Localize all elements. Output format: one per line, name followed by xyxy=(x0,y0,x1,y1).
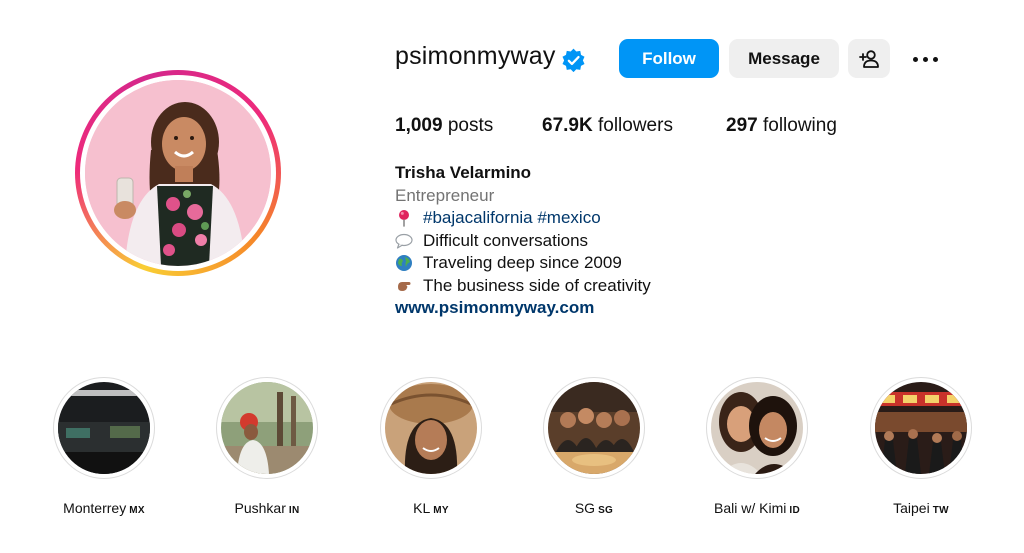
highlight-image xyxy=(711,382,803,474)
highlight-name: Bali w/ Kimi xyxy=(714,500,787,516)
avatar-photo xyxy=(85,80,271,266)
highlight-name: SG xyxy=(574,500,596,516)
highlight-cover xyxy=(58,382,150,474)
highlight-taipei[interactable]: Taipei TW xyxy=(866,377,976,516)
followers-stat[interactable]: 67.9K followers xyxy=(542,115,673,137)
following-count: 297 xyxy=(726,115,758,136)
bio-line-conversations: Difficult conversations xyxy=(395,230,651,253)
posts-stat: 1,009 posts xyxy=(395,115,493,137)
followers-count: 67.9K xyxy=(542,115,593,136)
profile-website-link[interactable]: www.psimonmyway.com xyxy=(395,297,651,320)
more-dot xyxy=(912,56,918,62)
highlight-label: KL MY xyxy=(376,500,486,516)
bio-line-4: The business side of creativity xyxy=(423,275,651,295)
highlight-label: Taipei TW xyxy=(866,500,976,516)
country-code: MY xyxy=(433,505,449,516)
country-code: ID xyxy=(789,505,800,516)
more-dot xyxy=(922,56,928,62)
highlight-pushkar[interactable]: Pushkar IN xyxy=(212,377,322,516)
highlight-label: Monterrey MX xyxy=(49,500,159,516)
add-user-icon xyxy=(859,49,879,68)
bio-line-location: #bajacalifornia #mexico xyxy=(395,207,651,230)
highlight-name: Monterrey xyxy=(63,500,127,516)
profile-username: psimonmyway xyxy=(395,42,556,70)
highlight-name: KL xyxy=(413,500,431,516)
posts-label: posts xyxy=(447,115,494,136)
highlight-ring xyxy=(870,377,972,479)
country-code: MX xyxy=(129,505,145,516)
highlight-cover xyxy=(221,382,313,474)
country-code: SG xyxy=(598,505,614,516)
more-options-icon[interactable] xyxy=(905,46,945,72)
more-dot xyxy=(932,56,938,62)
highlight-monterrey[interactable]: Monterrey MX xyxy=(49,377,159,516)
speech-bubble-icon xyxy=(395,233,413,249)
highlight-cover xyxy=(875,382,967,474)
country-code: IN xyxy=(288,505,300,516)
avatar-image xyxy=(85,80,271,266)
hand-icon xyxy=(398,281,411,291)
profile-avatar[interactable] xyxy=(75,70,281,276)
profile-category: Entrepreneur xyxy=(395,185,495,205)
highlight-image xyxy=(875,382,967,474)
highlight-image xyxy=(385,382,477,474)
highlight-image xyxy=(221,382,313,474)
profile-bio: Trisha Velarmino Entrepreneur #bajacalif… xyxy=(395,162,651,320)
highlight-kl[interactable]: KL MY xyxy=(376,377,486,516)
bio-line-travel: Traveling deep since 2009 xyxy=(395,252,651,275)
following-label: following xyxy=(762,115,837,136)
highlight-bali[interactable]: Bali w/ Kimi ID xyxy=(702,377,812,516)
bio-line-2: Difficult conversations xyxy=(423,230,589,250)
message-button[interactable]: Message xyxy=(729,39,839,78)
highlight-ring xyxy=(216,377,318,479)
highlight-ring xyxy=(706,377,808,479)
highlight-name: Taipei xyxy=(893,500,930,516)
highlight-image xyxy=(58,382,150,474)
globe-icon xyxy=(396,255,412,272)
suggested-accounts-button[interactable] xyxy=(848,39,890,78)
verified-badge-icon xyxy=(562,48,585,73)
pin-icon xyxy=(399,210,409,228)
highlight-name: Pushkar xyxy=(234,500,286,516)
follow-button[interactable]: Follow xyxy=(619,39,719,78)
highlight-ring xyxy=(380,377,482,479)
highlight-image xyxy=(548,382,640,474)
highlight-cover xyxy=(548,382,640,474)
highlight-cover xyxy=(711,382,803,474)
followers-label: followers xyxy=(597,115,673,136)
highlight-ring xyxy=(53,377,155,479)
highlight-sg[interactable]: SG SG xyxy=(539,377,649,516)
following-stat[interactable]: 297 following xyxy=(726,115,837,137)
bio-line-business: The business side of creativity xyxy=(395,275,651,298)
bio-hashtags[interactable]: #bajacalifornia #mexico xyxy=(423,207,601,230)
highlight-label: Bali w/ Kimi ID xyxy=(702,500,812,516)
highlight-label: Pushkar IN xyxy=(212,500,322,516)
bio-line-3: Traveling deep since 2009 xyxy=(423,253,622,272)
posts-count: 1,009 xyxy=(395,115,443,136)
highlight-label: SG SG xyxy=(539,500,649,516)
highlight-ring xyxy=(543,377,645,479)
highlight-cover xyxy=(385,382,477,474)
profile-full-name: Trisha Velarmino xyxy=(395,163,532,182)
country-code: TW xyxy=(932,505,949,516)
